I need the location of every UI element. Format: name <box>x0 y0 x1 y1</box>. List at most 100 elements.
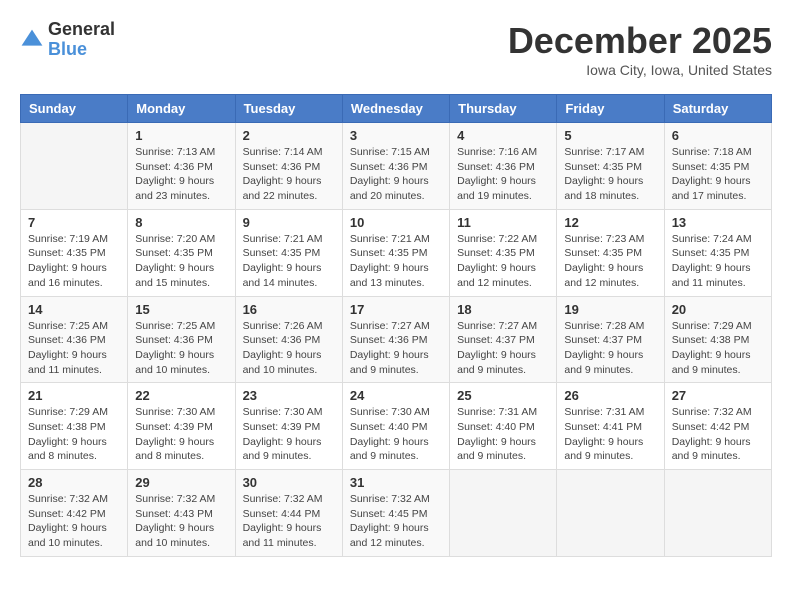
day-info: Sunrise: 7:18 AMSunset: 4:35 PMDaylight:… <box>672 145 764 204</box>
calendar-cell: 16 Sunrise: 7:26 AMSunset: 4:36 PMDayligh… <box>235 296 342 383</box>
day-number: 7 <box>28 215 120 230</box>
weekday-header-sunday: Sunday <box>21 95 128 123</box>
day-info: Sunrise: 7:32 AMSunset: 4:42 PMDaylight:… <box>28 492 120 551</box>
location: Iowa City, Iowa, United States <box>508 62 772 78</box>
day-info: Sunrise: 7:27 AMSunset: 4:36 PMDaylight:… <box>350 319 442 378</box>
day-number: 8 <box>135 215 227 230</box>
calendar-cell: 27 Sunrise: 7:32 AMSunset: 4:42 PMDayligh… <box>664 383 771 470</box>
day-info: Sunrise: 7:20 AMSunset: 4:35 PMDaylight:… <box>135 232 227 291</box>
day-info: Sunrise: 7:21 AMSunset: 4:35 PMDaylight:… <box>350 232 442 291</box>
logo-general: General <box>48 20 115 40</box>
day-info: Sunrise: 7:28 AMSunset: 4:37 PMDaylight:… <box>564 319 656 378</box>
calendar-cell <box>450 470 557 557</box>
day-info: Sunrise: 7:19 AMSunset: 4:35 PMDaylight:… <box>28 232 120 291</box>
day-info: Sunrise: 7:32 AMSunset: 4:45 PMDaylight:… <box>350 492 442 551</box>
calendar-cell: 4 Sunrise: 7:16 AMSunset: 4:36 PMDaylight… <box>450 123 557 210</box>
logo-blue: Blue <box>48 40 115 60</box>
day-info: Sunrise: 7:32 AMSunset: 4:44 PMDaylight:… <box>243 492 335 551</box>
day-info: Sunrise: 7:32 AMSunset: 4:43 PMDaylight:… <box>135 492 227 551</box>
calendar-cell <box>21 123 128 210</box>
calendar-table: SundayMondayTuesdayWednesdayThursdayFrid… <box>20 94 772 557</box>
day-number: 2 <box>243 128 335 143</box>
calendar-cell: 22 Sunrise: 7:30 AMSunset: 4:39 PMDayligh… <box>128 383 235 470</box>
calendar-cell: 3 Sunrise: 7:15 AMSunset: 4:36 PMDaylight… <box>342 123 449 210</box>
weekday-header-friday: Friday <box>557 95 664 123</box>
day-number: 31 <box>350 475 442 490</box>
day-number: 9 <box>243 215 335 230</box>
day-number: 5 <box>564 128 656 143</box>
page-header: General Blue December 2025 Iowa City, Io… <box>20 20 772 78</box>
calendar-header: SundayMondayTuesdayWednesdayThursdayFrid… <box>21 95 772 123</box>
calendar-cell: 15 Sunrise: 7:25 AMSunset: 4:36 PMDayligh… <box>128 296 235 383</box>
day-number: 17 <box>350 302 442 317</box>
day-number: 19 <box>564 302 656 317</box>
calendar-cell: 30 Sunrise: 7:32 AMSunset: 4:44 PMDayligh… <box>235 470 342 557</box>
day-info: Sunrise: 7:15 AMSunset: 4:36 PMDaylight:… <box>350 145 442 204</box>
logo-text: General Blue <box>48 20 115 60</box>
day-number: 27 <box>672 388 764 403</box>
logo-icon <box>20 28 44 52</box>
day-number: 12 <box>564 215 656 230</box>
day-number: 21 <box>28 388 120 403</box>
calendar-cell: 2Sunrise: 7:14 AMSunset: 4:36 PMDaylight… <box>235 123 342 210</box>
day-number: 22 <box>135 388 227 403</box>
day-info: Sunrise: 7:16 AMSunset: 4:36 PMDaylight:… <box>457 145 549 204</box>
day-info: Sunrise: 7:23 AMSunset: 4:35 PMDaylight:… <box>564 232 656 291</box>
day-info: Sunrise: 7:26 AMSunset: 4:36 PMDaylight:… <box>243 319 335 378</box>
day-number: 15 <box>135 302 227 317</box>
calendar-cell: 19 Sunrise: 7:28 AMSunset: 4:37 PMDayligh… <box>557 296 664 383</box>
calendar-cell: 1 Sunrise: 7:13 AMSunset: 4:36 PMDaylight… <box>128 123 235 210</box>
calendar-cell: 31 Sunrise: 7:32 AMSunset: 4:45 PMDayligh… <box>342 470 449 557</box>
calendar-week-row: 21 Sunrise: 7:29 AMSunset: 4:38 PMDayligh… <box>21 383 772 470</box>
day-number: 13 <box>672 215 764 230</box>
calendar-cell: 14Sunrise: 7:25 AMSunset: 4:36 PMDayligh… <box>21 296 128 383</box>
day-info: Sunrise: 7:22 AMSunset: 4:35 PMDaylight:… <box>457 232 549 291</box>
weekday-header-thursday: Thursday <box>450 95 557 123</box>
day-info: Sunrise: 7:31 AMSunset: 4:40 PMDaylight:… <box>457 405 549 464</box>
day-info: Sunrise: 7:27 AMSunset: 4:37 PMDaylight:… <box>457 319 549 378</box>
day-info: Sunrise: 7:30 AMSunset: 4:39 PMDaylight:… <box>243 405 335 464</box>
calendar-cell: 28 Sunrise: 7:32 AMSunset: 4:42 PMDayligh… <box>21 470 128 557</box>
day-number: 25 <box>457 388 549 403</box>
calendar-cell: 12 Sunrise: 7:23 AMSunset: 4:35 PMDayligh… <box>557 209 664 296</box>
calendar-body: 1 Sunrise: 7:13 AMSunset: 4:36 PMDaylight… <box>21 123 772 557</box>
day-number: 30 <box>243 475 335 490</box>
day-info: Sunrise: 7:32 AMSunset: 4:42 PMDaylight:… <box>672 405 764 464</box>
title-area: December 2025 Iowa City, Iowa, United St… <box>508 20 772 78</box>
day-number: 23 <box>243 388 335 403</box>
day-info: Sunrise: 7:25 AMSunset: 4:36 PMDaylight:… <box>135 319 227 378</box>
calendar-cell: 29Sunrise: 7:32 AMSunset: 4:43 PMDayligh… <box>128 470 235 557</box>
day-number: 1 <box>135 128 227 143</box>
calendar-week-row: 28 Sunrise: 7:32 AMSunset: 4:42 PMDayligh… <box>21 470 772 557</box>
weekday-header-wednesday: Wednesday <box>342 95 449 123</box>
day-number: 4 <box>457 128 549 143</box>
day-info: Sunrise: 7:17 AMSunset: 4:35 PMDaylight:… <box>564 145 656 204</box>
calendar-cell: 18 Sunrise: 7:27 AMSunset: 4:37 PMDayligh… <box>450 296 557 383</box>
day-info: Sunrise: 7:21 AMSunset: 4:35 PMDaylight:… <box>243 232 335 291</box>
weekday-header-saturday: Saturday <box>664 95 771 123</box>
calendar-cell: 20Sunrise: 7:29 AMSunset: 4:38 PMDayligh… <box>664 296 771 383</box>
calendar-cell: 11Sunrise: 7:22 AMSunset: 4:35 PMDayligh… <box>450 209 557 296</box>
calendar-cell: 26Sunrise: 7:31 AMSunset: 4:41 PMDayligh… <box>557 383 664 470</box>
month-title: December 2025 <box>508 20 772 62</box>
day-info: Sunrise: 7:30 AMSunset: 4:39 PMDaylight:… <box>135 405 227 464</box>
calendar-cell: 13 Sunrise: 7:24 AMSunset: 4:35 PMDayligh… <box>664 209 771 296</box>
calendar-week-row: 7 Sunrise: 7:19 AMSunset: 4:35 PMDaylight… <box>21 209 772 296</box>
calendar-cell: 17 Sunrise: 7:27 AMSunset: 4:36 PMDayligh… <box>342 296 449 383</box>
calendar-cell <box>664 470 771 557</box>
weekday-header-tuesday: Tuesday <box>235 95 342 123</box>
day-info: Sunrise: 7:24 AMSunset: 4:35 PMDaylight:… <box>672 232 764 291</box>
weekday-header-row: SundayMondayTuesdayWednesdayThursdayFrid… <box>21 95 772 123</box>
day-number: 24 <box>350 388 442 403</box>
calendar-cell: 21 Sunrise: 7:29 AMSunset: 4:38 PMDayligh… <box>21 383 128 470</box>
day-number: 16 <box>243 302 335 317</box>
calendar-cell: 25 Sunrise: 7:31 AMSunset: 4:40 PMDayligh… <box>450 383 557 470</box>
calendar-cell: 23 Sunrise: 7:30 AMSunset: 4:39 PMDayligh… <box>235 383 342 470</box>
day-number: 18 <box>457 302 549 317</box>
day-number: 14 <box>28 302 120 317</box>
day-number: 28 <box>28 475 120 490</box>
day-info: Sunrise: 7:13 AMSunset: 4:36 PMDaylight:… <box>135 145 227 204</box>
day-info: Sunrise: 7:30 AMSunset: 4:40 PMDaylight:… <box>350 405 442 464</box>
day-info: Sunrise: 7:29 AMSunset: 4:38 PMDaylight:… <box>28 405 120 464</box>
day-number: 3 <box>350 128 442 143</box>
